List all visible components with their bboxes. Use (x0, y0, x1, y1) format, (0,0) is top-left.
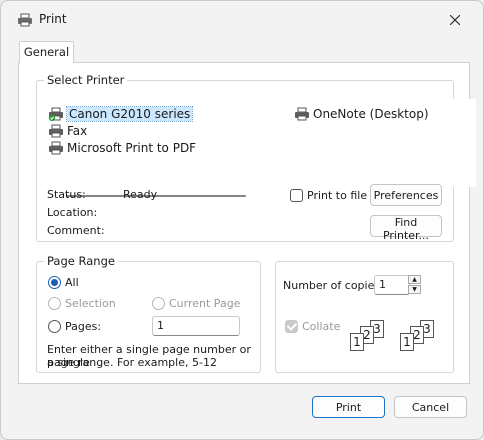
all-radio[interactable] (48, 276, 61, 289)
printer-item-onenote[interactable]: OneNote (Desktop) (294, 105, 429, 122)
collate-pages-icon: 3 2 1 (398, 320, 440, 358)
printer-item-label: OneNote (Desktop) (313, 106, 429, 121)
general-tab-panel: Select Printer Canon G2010 series Fax Mi… (18, 62, 476, 384)
status-label: Status: (47, 188, 86, 201)
pages-label[interactable]: Pages: (65, 320, 101, 333)
select-printer-group: Select Printer Canon G2010 series Fax Mi… (36, 73, 476, 242)
comment-label: Comment: (47, 224, 105, 237)
close-button[interactable] (441, 9, 469, 33)
spin-down-icon[interactable]: ▼ (408, 285, 421, 294)
title-bar: Print (1, 1, 483, 37)
printer-item-label: Canon G2010 series (65, 105, 194, 122)
fax-icon (48, 124, 64, 138)
tab-general[interactable]: General (19, 41, 74, 63)
selection-label[interactable]: Selection (65, 297, 116, 310)
preferences-button[interactable]: Preferences (370, 184, 442, 206)
find-printer-button[interactable]: Find Printer... (370, 215, 442, 242)
printer-item-fax[interactable]: Fax (48, 122, 87, 139)
cancel-button[interactable]: Cancel (394, 396, 467, 418)
printer-default-icon (48, 107, 64, 121)
close-icon (449, 14, 461, 28)
print-dialog: Print General Select Printer Canon G2010… (0, 0, 484, 440)
page-range-legend: Page Range (44, 254, 118, 268)
copies-spinner[interactable]: ▲ ▼ (408, 275, 422, 295)
pages-radio[interactable] (48, 320, 61, 333)
printer-list[interactable]: Canon G2010 series Fax Microsoft Print t… (46, 99, 476, 197)
printer-item-label: Fax (67, 123, 88, 138)
printer-icon (17, 13, 33, 27)
copies-input[interactable]: 1 (374, 275, 410, 295)
print-to-file-label[interactable]: Print to file (307, 189, 367, 202)
all-label[interactable]: All (65, 276, 79, 289)
collate-label[interactable]: Collate (302, 320, 340, 333)
page-range-help-line2: page range. For example, 5-12 (47, 356, 217, 369)
page-range-group: Page Range All Selection Current Page Pa… (36, 254, 261, 373)
printer-item-microsoft-pdf[interactable]: Microsoft Print to PDF (48, 139, 196, 156)
collate-pages-icon: 3 2 1 (348, 320, 390, 358)
window-title: Print (39, 12, 67, 26)
collate-checkbox[interactable] (285, 320, 298, 333)
select-printer-legend: Select Printer (44, 73, 128, 87)
printer-icon (294, 107, 310, 121)
copies-group: Number of copies: 1 ▲ ▼ Collate 3 2 1 3 … (275, 261, 454, 373)
printer-item-canon[interactable]: Canon G2010 series (48, 105, 194, 122)
number-of-copies-label: Number of copies: (283, 279, 384, 292)
spin-up-icon[interactable]: ▲ (408, 275, 421, 284)
printer-icon (48, 141, 64, 155)
current-page-radio[interactable] (152, 297, 165, 310)
pages-input[interactable]: 1 (152, 316, 240, 336)
printer-item-label: Microsoft Print to PDF (67, 140, 197, 155)
current-page-label[interactable]: Current Page (169, 297, 240, 310)
location-label: Location: (47, 206, 98, 219)
print-button[interactable]: Print (312, 396, 385, 418)
print-to-file-checkbox[interactable] (290, 189, 303, 202)
selection-radio[interactable] (48, 297, 61, 310)
status-value: Ready (123, 188, 158, 201)
